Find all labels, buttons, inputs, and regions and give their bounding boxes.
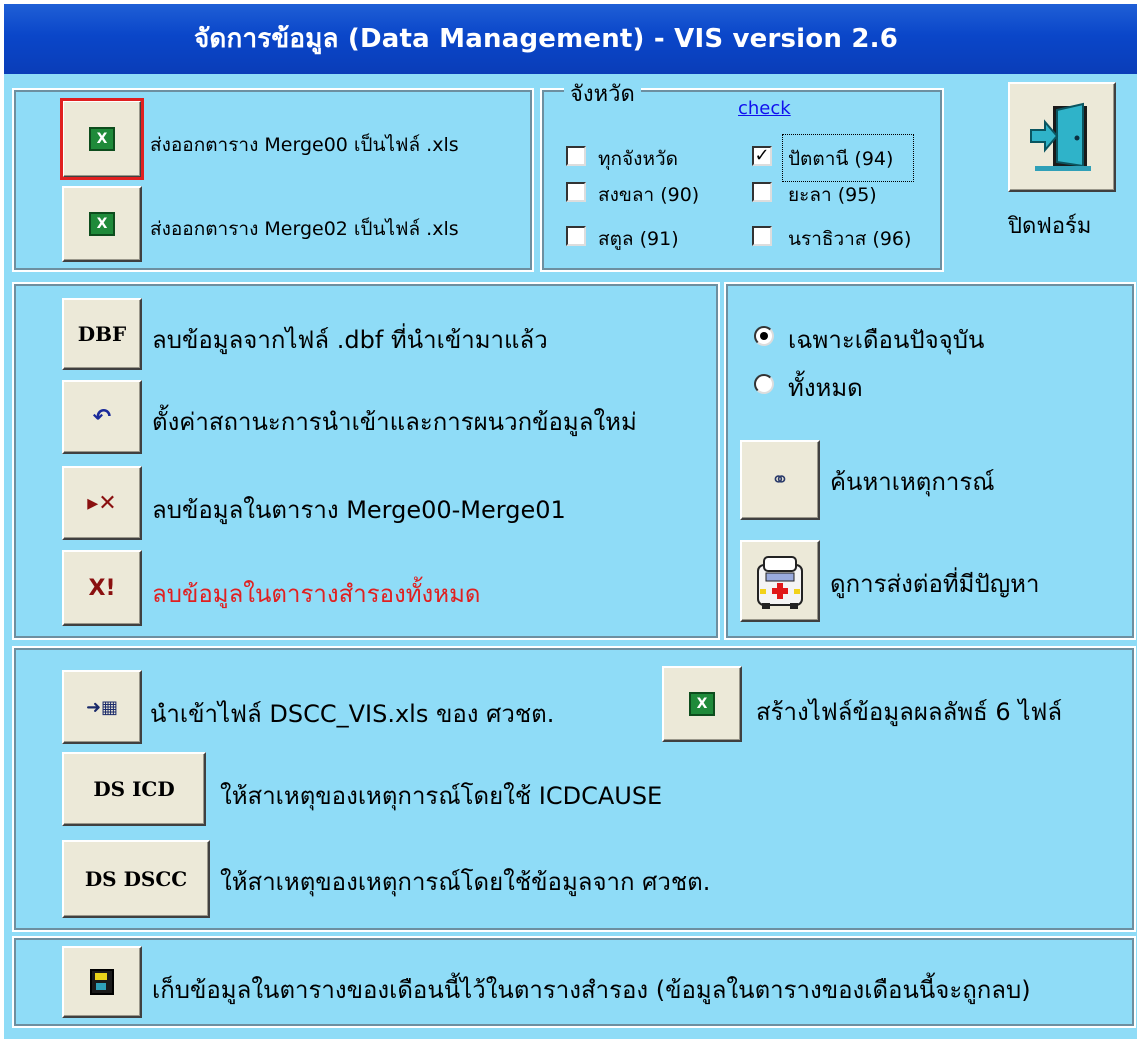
find-event-label: ค้นหาเหตุการณ์ xyxy=(830,468,995,496)
delete-merge-button[interactable]: ▸✕ xyxy=(62,466,142,540)
archive-button[interactable] xyxy=(62,946,142,1018)
binoculars-icon: ⚭ xyxy=(770,467,790,493)
dbf-delete-button[interactable]: DBF xyxy=(62,298,142,370)
excel-icon: X xyxy=(689,692,715,716)
undo-icon: ↶ xyxy=(92,404,112,430)
archive-label: เก็บข้อมูลในตารางของเดือนนี้ไว้ในตารางสำ… xyxy=(152,976,1031,1004)
title-bar[interactable]: จัดการข้อมูล (Data Management) - VIS ver… xyxy=(4,4,1137,74)
delete-record-icon: ▸✕ xyxy=(87,490,117,516)
province-label-pattani: ปัตตานี (94) xyxy=(788,148,894,170)
close-form-label: ปิดฟอร์ม xyxy=(1008,214,1092,239)
province-checkbox-yala[interactable] xyxy=(752,182,772,202)
save-disk-icon xyxy=(90,969,114,995)
ds-icd-label: ให้สาเหตุของเหตุการณ์โดยใช้ ICDCAUSE xyxy=(220,782,663,810)
province-legend: จังหวัด xyxy=(564,76,641,111)
reset-status-button[interactable]: ↶ xyxy=(62,380,142,454)
radio-current-month[interactable] xyxy=(754,326,774,346)
radio-all[interactable] xyxy=(754,374,774,394)
province-checkbox-pattani[interactable]: ✓ xyxy=(752,146,772,166)
find-event-button[interactable]: ⚭ xyxy=(740,440,820,520)
view-referral-label: ดูการส่งต่อที่มีปัญหา xyxy=(830,570,1040,598)
radio-current-month-label: เฉพาะเดือนปัจจุบัน xyxy=(788,326,985,354)
radio-all-label: ทั้งหมด xyxy=(788,374,863,402)
excel-icon: X xyxy=(89,212,115,236)
reset-status-label: ตั้งค่าสถานะการนำเข้าและการผนวกข้อมูลใหม… xyxy=(152,408,637,436)
close-form-button[interactable] xyxy=(1008,82,1116,192)
province-checkbox-satun[interactable] xyxy=(566,226,586,246)
province-checkbox-narathiwat[interactable] xyxy=(752,226,772,246)
delete-backup-button[interactable]: X! xyxy=(62,550,142,626)
window-title: จัดการข้อมูล (Data Management) - VIS ver… xyxy=(194,24,898,54)
province-label-all: ทุกจังหวัด xyxy=(598,148,678,170)
import-dscc-button[interactable]: ➜▦ xyxy=(62,670,142,744)
delete-backup-label: ลบข้อมูลในตารางสำรองทั้งหมด xyxy=(152,580,481,608)
import-dscc-label: นำเข้าไฟล์ DSCC_VIS.xls ของ ศวชต. xyxy=(150,700,555,728)
delete-merge-label: ลบข้อมูลในตาราง Merge00-Merge01 xyxy=(152,496,566,524)
province-checkbox-all[interactable] xyxy=(566,146,586,166)
export-merge00-button[interactable]: X xyxy=(60,98,144,180)
dbf-delete-label: ลบข้อมูลจากไฟล์ .dbf ที่นำเข้ามาแล้ว xyxy=(152,326,548,354)
create-result-files-button[interactable]: X xyxy=(662,666,742,742)
create-result-files-label: สร้างไฟล์ข้อมูลผลลัพธ์ 6 ไฟล์ xyxy=(756,698,1063,726)
form-client-area: X ส่งออกตาราง Merge00 เป็นไฟล์ .xls X ส่… xyxy=(4,74,1137,1039)
view-referral-button[interactable] xyxy=(740,540,820,622)
ds-dscc-label: ให้สาเหตุของเหตุการณ์โดยใช้ข้อมูลจาก ศวช… xyxy=(220,868,711,896)
export-merge02-button[interactable]: X xyxy=(62,186,142,262)
excel-icon: X xyxy=(89,127,115,151)
delete-all-icon: X! xyxy=(88,575,116,601)
import-table-icon: ➜▦ xyxy=(85,696,119,718)
check-link[interactable]: check xyxy=(738,98,791,119)
ambulance-icon xyxy=(757,556,803,609)
ds-icd-button[interactable]: DS ICD xyxy=(62,752,206,826)
exit-door-icon xyxy=(1030,102,1091,171)
province-label-songkhla: สงขลา (90) xyxy=(598,184,700,206)
export-merge00-label: ส่งออกตาราง Merge00 เป็นไฟล์ .xls xyxy=(150,134,459,156)
data-management-window: จัดการข้อมูล (Data Management) - VIS ver… xyxy=(0,0,1137,1039)
export-merge02-label: ส่งออกตาราง Merge02 เป็นไฟล์ .xls xyxy=(150,218,459,240)
province-label-satun: สตูล (91) xyxy=(598,228,679,250)
ds-dscc-button[interactable]: DS DSCC xyxy=(62,840,210,918)
province-label-narathiwat: นราธิวาส (96) xyxy=(788,228,912,250)
province-checkbox-songkhla[interactable] xyxy=(566,182,586,202)
province-label-yala: ยะลา (95) xyxy=(788,184,877,206)
